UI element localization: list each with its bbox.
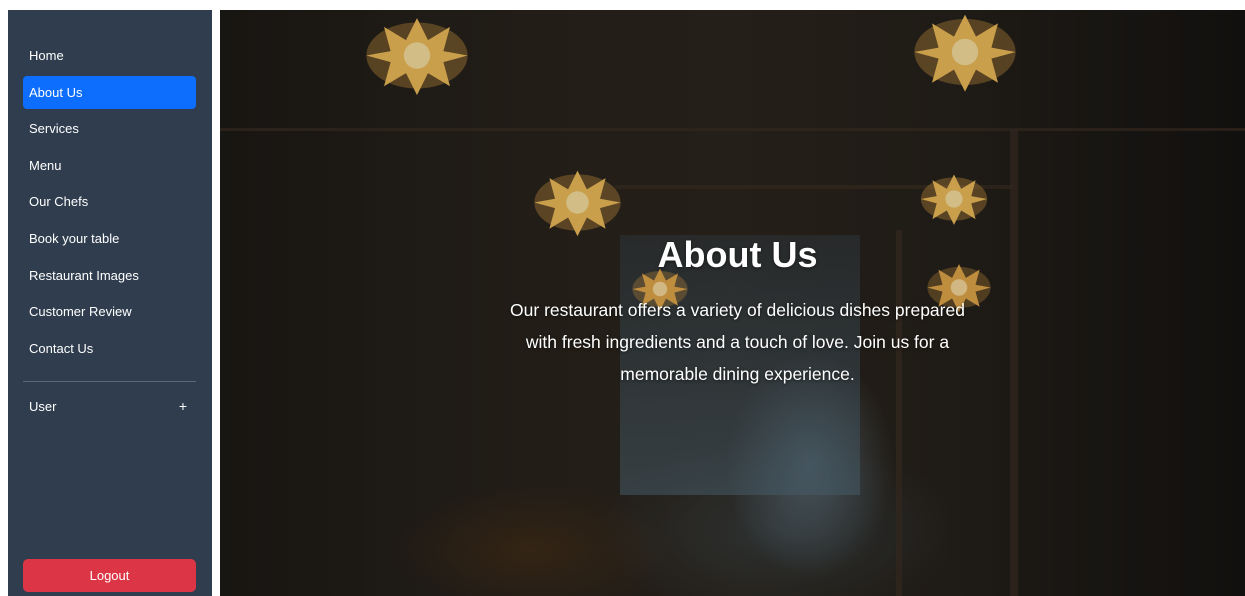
page-title: About Us (657, 234, 818, 275)
sidebar-item-our-chefs[interactable]: Our Chefs (23, 185, 196, 218)
sidebar-item-services[interactable]: Services (23, 112, 196, 145)
user-label: User (29, 399, 57, 414)
user-dropdown-toggle[interactable]: User + (23, 390, 196, 423)
hero-content: About Us Our restaurant offers a variety… (220, 232, 1245, 390)
sidebar-item-menu[interactable]: Menu (23, 149, 196, 182)
sidebar-item-restaurant-images[interactable]: Restaurant Images (23, 259, 196, 292)
sidebar-item-book-table[interactable]: Book your table (23, 222, 196, 255)
sidebar: Home About Us Services Menu Our Chefs Bo… (8, 10, 212, 596)
plus-icon: + (178, 398, 187, 414)
sidebar-item-about-us[interactable]: About Us (23, 75, 196, 109)
sidebar-nav: Home About Us Services Menu Our Chefs Bo… (23, 39, 196, 368)
hero-description: Our restaurant offers a variety of delic… (510, 300, 965, 384)
sidebar-divider (23, 381, 196, 382)
sidebar-item-home[interactable]: Home (23, 39, 196, 72)
logout-button[interactable]: Logout (23, 559, 196, 592)
sidebar-item-contact-us[interactable]: Contact Us (23, 332, 196, 365)
sidebar-item-customer-review[interactable]: Customer Review (23, 295, 196, 328)
app-root: Home About Us Services Menu Our Chefs Bo… (0, 0, 1245, 596)
about-hero: About Us Our restaurant offers a variety… (220, 10, 1245, 596)
